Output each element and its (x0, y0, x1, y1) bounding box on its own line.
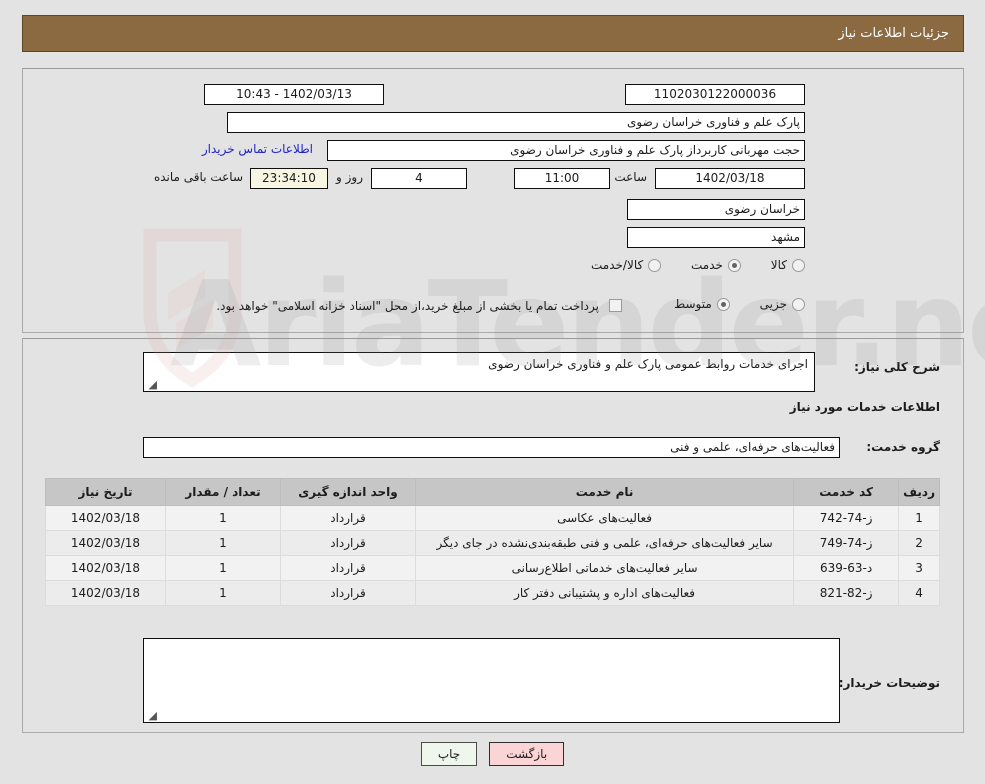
table-row: 2 ز-74-749 سایر فعالیت‌های حرفه‌ای، علمی و… (45, 530, 940, 556)
row-qty: 1 (165, 580, 281, 606)
service-group-label: گروه خدمت: (866, 440, 940, 454)
city-field[interactable]: مشهد (627, 227, 805, 248)
days-word-label: روز و (336, 170, 363, 184)
row-qty: 1 (165, 505, 281, 531)
process-option-jozei-label: جزیی (759, 297, 787, 311)
page-header-bar: جزئیات اطلاعات نیاز (22, 15, 964, 52)
row-code: د-63-639 (793, 555, 900, 581)
deadline-time-label: ساعت (614, 170, 647, 184)
deadline-date-field[interactable]: 1402/03/18 (655, 168, 805, 189)
back-button[interactable]: بازگشت (489, 742, 565, 766)
category-radio-kala[interactable] (792, 258, 805, 272)
page-root: AriaTender.net جزئیات اطلاعات نیاز شماره… (0, 0, 985, 784)
service-group-field[interactable]: فعالیت‌های حرفه‌ای، علمی و فنی (143, 437, 840, 458)
buyer-notes-label: توضیحات خریدار: (838, 676, 940, 690)
announce-datetime-field[interactable]: 1402/03/13 - 10:43 (204, 84, 384, 105)
category-option-khedmat-label: خدمت (691, 258, 723, 272)
row-name: سایر فعالیت‌های خدماتی اطلاع‌رسانی (414, 555, 795, 581)
province-field[interactable]: خراسان رضوی (627, 199, 805, 220)
category-option-khedmat[interactable]: خدمت (691, 258, 741, 272)
col-date: تاریخ نیاز (45, 478, 166, 506)
category-radio-khedmat[interactable] (727, 258, 741, 272)
treasury-documents-checkbox[interactable] (609, 299, 622, 312)
row-name: سایر فعالیت‌های حرفه‌ای، علمی و فنی طبقه… (414, 530, 795, 556)
category-radio-group: کالا خدمت کالا/خدمت (565, 258, 805, 275)
category-option-kala-khedmat[interactable]: کالا/خدمت (591, 258, 662, 272)
col-qty: تعداد / مقدار (165, 478, 281, 506)
services-table: ردیف کد خدمت نام خدمت واحد اندازه گیری ت… (45, 478, 940, 606)
row-unit: قرارداد (280, 555, 416, 581)
need-summary-panel (22, 68, 964, 333)
row-unit: قرارداد (280, 580, 416, 606)
row-unit: قرارداد (280, 505, 416, 531)
general-desc-label: شرح کلی نیاز: (854, 360, 940, 374)
table-row: 4 ز-82-821 فعالیت‌های اداره و پشتیبانی دفت… (45, 580, 940, 606)
process-radio-group: جزیی متوسط (648, 297, 805, 314)
buyer-notes-textarea[interactable]: ◢ (143, 638, 840, 723)
row-index: 1 (898, 505, 940, 531)
need-number-field[interactable]: 1102030122000036 (625, 84, 805, 105)
general-desc-textarea[interactable]: اجرای خدمات روابط عمومی پارک علم و فناور… (143, 352, 815, 392)
resize-grip-icon-notes[interactable]: ◢ (147, 710, 157, 721)
services-section-title: اطلاعات خدمات مورد نیاز (789, 400, 940, 414)
buyer-org-field[interactable]: پارک علم و فناوری خراسان رضوی (227, 112, 805, 133)
process-radio-jozei[interactable] (792, 297, 805, 311)
deadline-time-field[interactable]: 11:00 (514, 168, 610, 189)
action-button-bar: بازگشت چاپ (0, 742, 985, 766)
general-desc-value: اجرای خدمات روابط عمومی پارک علم و فناور… (488, 357, 808, 371)
row-unit: قرارداد (280, 530, 416, 556)
col-index: ردیف (898, 478, 940, 506)
creator-field[interactable]: حجت مهربانی کاربرداز پارک علم و فناوری خ… (327, 140, 805, 161)
remaining-suffix-label: ساعت باقی مانده (153, 170, 243, 184)
row-name: فعالیت‌های اداره و پشتیبانی دفتر کار (414, 580, 795, 606)
resize-grip-icon[interactable]: ◢ (147, 379, 157, 390)
countdown-field: 23:34:10 (250, 168, 328, 189)
row-code: ز-74-749 (793, 530, 900, 556)
print-button[interactable]: چاپ (420, 742, 478, 766)
days-remaining-field[interactable]: 4 (371, 168, 467, 189)
row-date: 1402/03/18 (45, 505, 166, 531)
process-option-motavaset-label: متوسط (674, 297, 712, 311)
process-option-motavaset[interactable]: متوسط (674, 297, 730, 311)
row-index: 4 (898, 580, 940, 606)
row-qty: 1 (165, 555, 281, 581)
row-date: 1402/03/18 (45, 580, 166, 606)
row-qty: 1 (165, 530, 281, 556)
table-row: 1 ز-74-742 فعالیت‌های عکاسی قرارداد 1 1402/03… (45, 505, 940, 531)
col-code: کد خدمت (793, 478, 900, 506)
page-title: جزئیات اطلاعات نیاز (838, 26, 949, 41)
row-date: 1402/03/18 (45, 530, 166, 556)
category-option-kala-khedmat-label: کالا/خدمت (591, 258, 644, 272)
row-index: 3 (898, 555, 940, 581)
process-radio-motavaset[interactable] (716, 297, 730, 311)
row-index: 2 (898, 530, 940, 556)
process-option-jozei[interactable]: جزیی (760, 297, 805, 311)
row-date: 1402/03/18 (45, 555, 166, 581)
row-code: ز-82-821 (793, 580, 900, 606)
table-row: 3 د-63-639 سایر فعالیت‌های خدماتی اطلاع‌رس… (45, 555, 940, 581)
col-unit: واحد اندازه گیری (280, 478, 416, 506)
row-name: فعالیت‌های عکاسی (414, 505, 795, 531)
category-radio-kala-khedmat[interactable] (648, 258, 662, 272)
treasury-documents-note: پرداخت تمام یا بخشی از مبلغ خرید،از محل … (216, 299, 599, 313)
category-option-kala-label: کالا (770, 258, 787, 272)
category-option-kala[interactable]: کالا (771, 258, 805, 272)
buyer-contact-link[interactable]: اطلاعات تماس خریدار (202, 142, 313, 156)
col-name: نام خدمت (414, 478, 795, 506)
row-code: ز-74-742 (793, 505, 900, 531)
services-table-header-row: ردیف کد خدمت نام خدمت واحد اندازه گیری ت… (45, 478, 940, 506)
